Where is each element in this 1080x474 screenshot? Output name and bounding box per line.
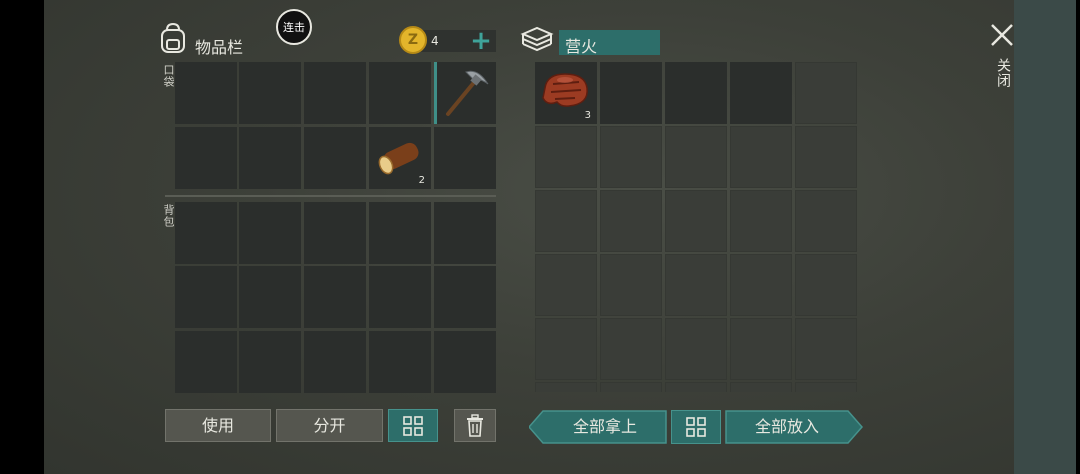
campfire-slot[interactable] xyxy=(730,126,792,188)
plus-icon: + xyxy=(470,26,492,56)
campfire-slot[interactable] xyxy=(535,126,597,188)
close-label: 关闭 xyxy=(995,58,1011,88)
close-strip xyxy=(1014,0,1076,474)
campfire-slot[interactable] xyxy=(600,190,662,252)
campfire-slot[interactable] xyxy=(600,62,662,124)
campfire-slot[interactable] xyxy=(535,190,597,252)
item-count: 3 xyxy=(584,110,591,121)
split-button[interactable]: 分开 xyxy=(276,409,383,442)
grid-sort-icon xyxy=(403,416,423,436)
close-icon xyxy=(991,24,1013,46)
pocket-slot[interactable] xyxy=(239,62,301,124)
campfire-slot[interactable] xyxy=(665,254,727,316)
campfire-slot-steak[interactable]: 3 xyxy=(535,62,597,124)
backpack-icon xyxy=(161,22,185,53)
campfire-slot[interactable] xyxy=(730,254,792,316)
campfire-slot[interactable] xyxy=(665,382,727,392)
backpack-slot[interactable] xyxy=(175,202,237,264)
backpack-slot[interactable] xyxy=(304,202,366,264)
campfire-slot[interactable] xyxy=(795,190,857,252)
pocket-slot[interactable] xyxy=(175,62,237,124)
campfire-slot[interactable] xyxy=(730,62,792,124)
pocket-slot[interactable] xyxy=(304,62,366,124)
combo-label: 连击 xyxy=(283,21,305,34)
backpack-slot[interactable] xyxy=(304,331,366,393)
backpack-slot[interactable] xyxy=(434,331,496,393)
campfire-slot[interactable] xyxy=(535,382,597,392)
backpack-label: 背包 xyxy=(162,204,175,228)
campfire-slot[interactable] xyxy=(535,254,597,316)
backpack-slot[interactable] xyxy=(175,266,237,328)
grid-sort-icon xyxy=(686,417,706,437)
backpack-slot[interactable] xyxy=(369,202,431,264)
backpack-slot[interactable] xyxy=(239,202,301,264)
campfire-slot[interactable] xyxy=(535,318,597,380)
campfire-slot[interactable] xyxy=(600,318,662,380)
campfire-slot[interactable] xyxy=(730,318,792,380)
campfire-slot[interactable] xyxy=(795,254,857,316)
take-all-button[interactable]: 全部拿上 xyxy=(543,410,667,444)
campfire-slot[interactable] xyxy=(730,190,792,252)
sort-campfire-button[interactable] xyxy=(671,410,721,444)
put-all-button[interactable]: 全部放入 xyxy=(725,410,849,444)
pocket-slot-wood[interactable]: 2 xyxy=(369,127,431,189)
sort-inventory-button[interactable] xyxy=(388,409,438,442)
pocket-slot[interactable] xyxy=(304,127,366,189)
pocket-slot[interactable] xyxy=(175,127,237,189)
campfire-slot[interactable] xyxy=(665,62,727,124)
inventory-title: 物品栏 xyxy=(195,38,244,57)
coin-icon: Z xyxy=(399,26,427,54)
backpack-slot[interactable] xyxy=(175,331,237,393)
coin-glyph: Z xyxy=(407,32,419,48)
trash-icon xyxy=(467,414,483,437)
backpack-slot[interactable] xyxy=(369,266,431,328)
section-divider xyxy=(165,195,496,197)
campfire-slot[interactable] xyxy=(795,62,857,124)
coin-count: 4 xyxy=(431,34,439,48)
backpack-slot[interactable] xyxy=(434,202,496,264)
campfire-slot[interactable] xyxy=(665,190,727,252)
pocket-slot[interactable] xyxy=(239,127,301,189)
combo-badge[interactable]: 连击 xyxy=(276,9,312,45)
backpack-slot[interactable] xyxy=(239,331,301,393)
pickaxe-icon xyxy=(446,70,489,116)
pocket-slot[interactable] xyxy=(369,62,431,124)
campfire-slot[interactable] xyxy=(795,318,857,380)
campfire-slot[interactable] xyxy=(665,318,727,380)
backpack-slot[interactable] xyxy=(304,266,366,328)
campfire-slot[interactable] xyxy=(795,382,857,392)
campfire-grid: 3 xyxy=(535,62,857,392)
campfire-slot[interactable] xyxy=(600,382,662,392)
campfire-slot[interactable] xyxy=(600,254,662,316)
add-coins-button[interactable]: + xyxy=(468,28,494,54)
container-box-icon xyxy=(520,26,554,52)
use-button[interactable]: 使用 xyxy=(165,409,271,442)
pocket-slot-pickaxe[interactable] xyxy=(434,62,496,124)
item-count: 2 xyxy=(418,175,425,186)
backpack-slot[interactable] xyxy=(239,266,301,328)
pocket-slot[interactable] xyxy=(434,127,496,189)
backpack-slot[interactable] xyxy=(434,266,496,328)
campfire-title: 营火 xyxy=(565,37,598,56)
campfire-slot[interactable] xyxy=(665,126,727,188)
pocket-label: 口袋 xyxy=(162,64,175,88)
close-button[interactable]: 关闭 xyxy=(986,20,1018,100)
trash-button[interactable] xyxy=(454,409,496,442)
campfire-slot[interactable] xyxy=(795,126,857,188)
campfire-slot[interactable] xyxy=(730,382,792,392)
backpack-slot[interactable] xyxy=(369,331,431,393)
campfire-slot[interactable] xyxy=(600,126,662,188)
